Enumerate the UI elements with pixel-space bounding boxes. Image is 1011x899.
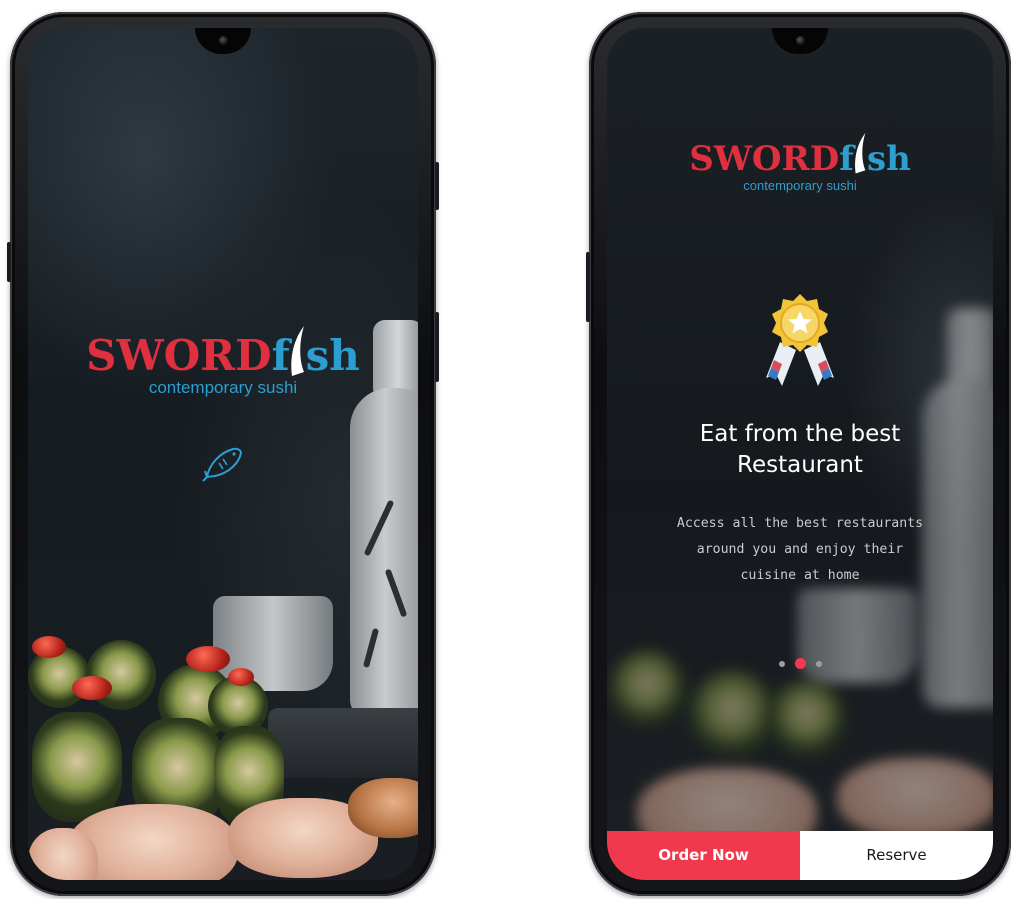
award-medal-icon-wrap — [607, 290, 993, 395]
page-dot-3[interactable] — [815, 660, 822, 667]
bottom-action-bar: Order Now Reserve — [607, 831, 993, 880]
headline-line-1: Eat from the best — [699, 421, 901, 447]
onboarding-screen: SWORDf sh contemporary sushi Eat from the… — [607, 28, 993, 880]
swordfish-logo: SWORDf sh contemporary sushi — [607, 132, 993, 193]
sail-slot — [854, 132, 867, 180]
side-key — [7, 242, 11, 282]
phone-frame-splash: SWORDf sh contemporary sushi — [7, 12, 439, 896]
logo-tagline: contemporary sushi — [743, 178, 857, 193]
logo-text-f: f — [839, 139, 854, 179]
front-camera — [795, 36, 805, 45]
logo-text-sh: sh — [866, 139, 911, 179]
power-button — [435, 162, 439, 210]
logo-tagline: contemporary sushi — [148, 378, 298, 397]
description-line-1: Access all the best restaurants — [676, 516, 924, 531]
logo-text-sword: SWORD — [689, 139, 840, 179]
logo-text-f: f — [271, 331, 290, 380]
reserve-button[interactable]: Reserve — [800, 831, 993, 880]
sail-icon — [290, 326, 304, 376]
splash-screen: SWORDf sh contemporary sushi — [28, 28, 418, 880]
onboarding-headline: Eat from the best Restaurant — [607, 419, 993, 481]
page-dot-2-active[interactable] — [794, 658, 806, 670]
logo-text-sword: SWORD — [86, 331, 272, 380]
onboarding-description: Access all the best restaurants around y… — [647, 511, 953, 589]
page-indicator — [607, 655, 993, 673]
description-line-2: around you and enjoy their — [696, 542, 904, 557]
description-line-3: cuisine at home — [740, 568, 860, 583]
fish-icon — [202, 447, 243, 482]
fish-icon-wrap — [28, 443, 418, 488]
volume-button — [435, 312, 439, 382]
order-now-button[interactable]: Order Now — [607, 831, 800, 880]
page-dot-1[interactable] — [778, 660, 785, 667]
logo-text-sh: sh — [305, 331, 360, 380]
phone-frame-onboarding: SWORDf sh contemporary sushi Eat from the… — [586, 12, 1011, 896]
logo-wordmark: SWORDf sh — [689, 132, 911, 180]
logo-wordmark: SWORDf sh — [86, 326, 360, 380]
sail-slot — [290, 326, 306, 380]
swordfish-logo: SWORDf sh contemporary sushi — [28, 326, 418, 398]
sail-icon — [855, 132, 866, 174]
front-camera — [218, 36, 228, 45]
headline-line-2: Restaurant — [737, 452, 863, 478]
volume-button — [586, 252, 590, 322]
award-medal-icon — [766, 294, 834, 386]
